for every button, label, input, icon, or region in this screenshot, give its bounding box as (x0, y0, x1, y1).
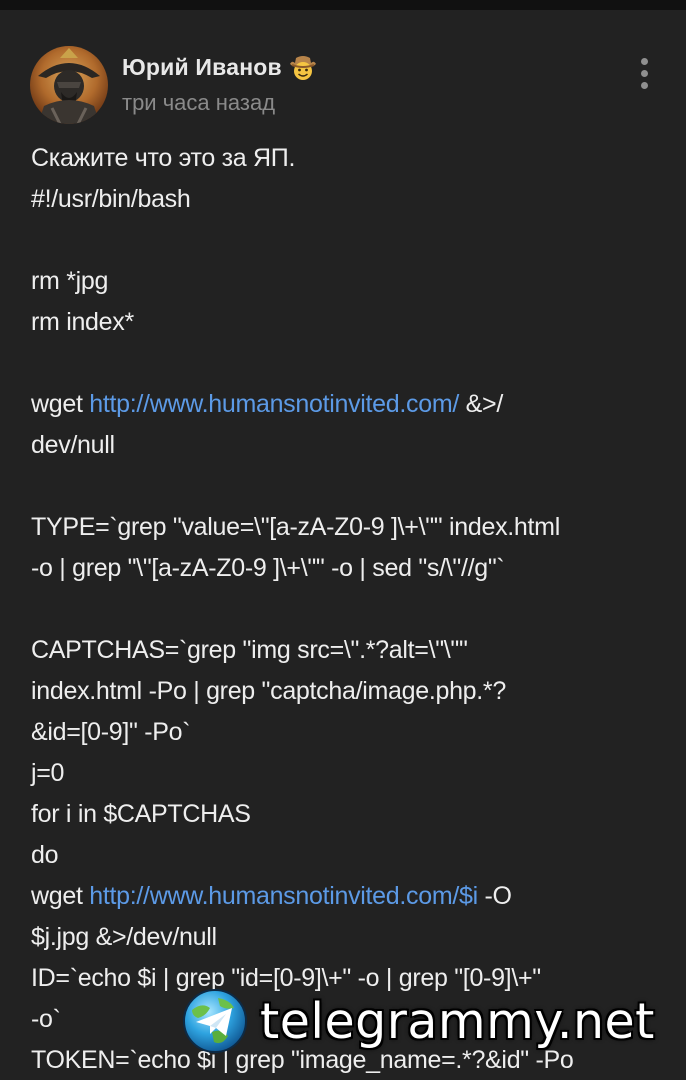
post-text-segment: -O (477, 882, 512, 910)
post-text-line: wget http://www.humansnotinvited.com/ &>… (31, 384, 651, 425)
author-row: Юрий Иванов (122, 50, 318, 84)
post-text-line: #!/usr/bin/bash (31, 179, 651, 220)
samurai-avatar-icon (30, 46, 108, 124)
cowboy-emoji-icon (288, 52, 318, 82)
post-text-line: for i in $CAPTCHAS (31, 794, 651, 835)
post-text-segment: wget (31, 390, 90, 418)
telegram-globe-icon (183, 989, 247, 1053)
status-bar (0, 0, 686, 10)
post-text-line (31, 589, 651, 630)
post-text-line: index.html -Po | grep "captcha/image.php… (31, 671, 651, 712)
post-time: три часа назад (122, 90, 276, 115)
post-text-line: wget http://www.humansnotinvited.com/$i … (31, 876, 651, 917)
post-text-line (31, 466, 651, 507)
post-text-segment: do (31, 841, 59, 869)
post-text-segment: index.html -Po | grep "captcha/image.php… (31, 677, 506, 705)
post-text-segment: &>/ (459, 390, 504, 418)
post-text-line: -o | grep "\"[a-zA-Z0-9 ]\+\"" -o | sed … (31, 548, 651, 589)
post-text-line (31, 343, 651, 384)
avatar[interactable] (30, 46, 108, 124)
vertical-dots-icon-dot (640, 81, 648, 89)
post-text-segment: $j.jpg &>/dev/null (31, 923, 217, 951)
post-text-line: rm index* (31, 302, 651, 343)
post-text-line: TYPE=`grep "value=\"[a-zA-Z0-9 ]\+\"" in… (31, 507, 651, 548)
post-text-segment: j=0 (31, 759, 65, 787)
post-link[interactable]: http://www.humansnotinvited.com/$i (89, 882, 478, 910)
vertical-dots-icon-dot (640, 69, 648, 77)
post-text: Скажите что это за ЯП. #!/usr/bin/bash rm … (31, 138, 651, 1080)
post-text-line: dev/null (31, 425, 651, 466)
post-link[interactable]: http://www.humansnotinvited.com/ (89, 390, 459, 418)
post-text-segment: dev/null (31, 431, 115, 459)
post-text-line (31, 220, 651, 261)
post-text-line: j=0 (31, 753, 651, 794)
more-options-button[interactable] (624, 50, 664, 96)
post-text-segment: #!/usr/bin/bash (31, 185, 191, 213)
post-text-line: do (31, 835, 651, 876)
post-text-line: $j.jpg &>/dev/null (31, 917, 651, 958)
post-text-segment: &id=[0-9]" -Po` (31, 718, 191, 746)
post-card: Юрий Иванов три часа назад Скажите что э… (0, 10, 686, 1080)
post-text-segment: wget (31, 882, 90, 910)
post-text-line: CAPTCHAS=`grep "img src=\".*?alt=\"\"" (31, 630, 651, 671)
post-text-segment: TYPE=`grep "value=\"[a-zA-Z0-9 ]\+\"" in… (31, 513, 560, 541)
author-name[interactable]: Юрий Иванов (122, 54, 282, 81)
post-text-line: Скажите что это за ЯП. (31, 138, 651, 179)
watermark: telegrammy.net (182, 988, 655, 1054)
post-text-segment: -o` (31, 1005, 61, 1033)
post-text-line: &id=[0-9]" -Po` (31, 712, 651, 753)
post-text-line: rm *jpg (31, 261, 651, 302)
post-text-segment: rm *jpg (31, 267, 109, 295)
post-text-segment: CAPTCHAS=`grep "img src=\".*?alt=\"\"" (31, 636, 468, 664)
post-text-segment: -o | grep "\"[a-zA-Z0-9 ]\+\"" -o | sed … (31, 554, 505, 582)
watermark-text: telegrammy.net (260, 992, 655, 1050)
vertical-dots-icon (640, 57, 648, 65)
post-text-segment: rm index* (31, 308, 134, 336)
post-text-segment: Скажите что это за ЯП. (31, 144, 296, 172)
post-text-segment: for i in $CAPTCHAS (31, 800, 251, 828)
